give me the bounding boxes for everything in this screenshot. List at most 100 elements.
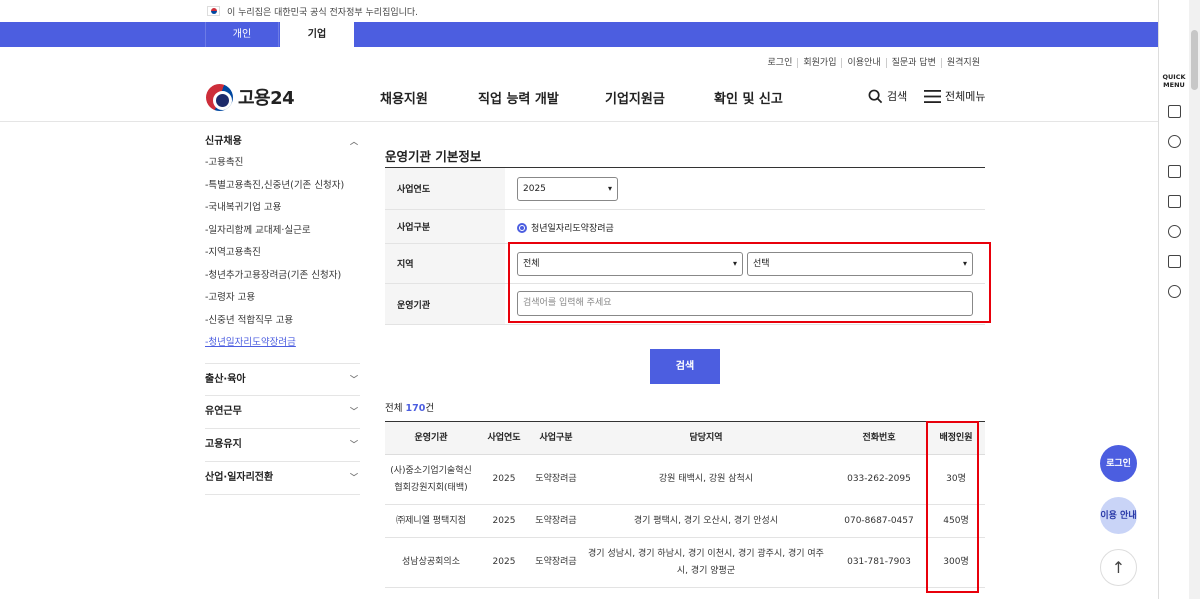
sidebar-group-flexwork[interactable]: 유연근무 ﹀ <box>205 396 360 429</box>
sidebar-section-new-hire[interactable]: 신규채용 ︿ <box>205 133 360 151</box>
checklist-icon[interactable] <box>1168 195 1181 208</box>
logo-text: 고용24 <box>238 88 295 109</box>
year-label: 사업연도 <box>385 168 505 209</box>
type-label: 사업구분 <box>385 210 505 243</box>
quick-menu: QUICK MENU <box>1158 0 1188 599</box>
full-menu-button[interactable]: 전체메뉴 <box>924 88 985 104</box>
calculator-icon[interactable] <box>1168 255 1181 268</box>
util-signup-link[interactable]: 회원가입 <box>797 58 842 68</box>
sidebar-item-special-promotion[interactable]: -특별고용촉진,신중년(기존 신청자) <box>205 175 360 198</box>
header-search-button[interactable]: 검색 <box>868 88 907 104</box>
sidebar-item-regional[interactable]: -지역고용촉진 <box>205 242 360 265</box>
taegeuk-logo-icon <box>206 83 233 111</box>
radio-selected-icon <box>517 222 527 233</box>
page-scrollbar[interactable] <box>1189 0 1200 599</box>
sidebar: 신규채용 ︿ -고용촉진 -특별고용촉진,신중년(기존 신청자) -국내복귀기업… <box>205 133 360 495</box>
cell-region: 경기 평택시, 경기 오산시, 경기 안성시 <box>633 515 779 526</box>
form-row-type: 사업구분 청년일자리도약장려금 <box>385 210 985 244</box>
cell-region: 강원 태백시, 강원 삼척시 <box>658 474 754 484</box>
chevron-down-icon: ﹀ <box>350 407 358 416</box>
cell-type: 도약장려금 <box>535 515 577 526</box>
cell-year: 2025 <box>492 474 516 484</box>
tab-business[interactable]: 기업 <box>280 22 354 47</box>
document-icon[interactable] <box>1168 105 1181 118</box>
cell-org: ㈜제니엘 평택지점 <box>396 515 466 526</box>
nav-recruit[interactable]: 채용지원 <box>380 88 428 107</box>
sidebar-item-shift-work[interactable]: -일자리함께 교대제·실근로 <box>205 220 360 243</box>
search-button[interactable]: 검색 <box>650 349 720 384</box>
sidebar-item-employment-promotion[interactable]: -고용촉진 <box>205 152 360 175</box>
total-number: 170 <box>405 403 426 414</box>
quick-menu-label: QUICK MENU <box>1162 73 1186 89</box>
gov-banner-text: 이 누리집은 대한민국 공식 전자정부 누리집입니다. <box>227 8 419 18</box>
cell-type: 도약장려금 <box>535 474 577 484</box>
site-logo[interactable]: 고용24 <box>206 82 295 112</box>
cell-year: 2025 <box>492 557 516 567</box>
floating-guide-button[interactable]: 이용 안내 <box>1100 497 1137 534</box>
sidebar-item-youth-leap[interactable]: -청년일자리도약장려금 <box>205 332 360 355</box>
util-remote-link[interactable]: 원격지원 <box>940 58 985 68</box>
utility-links: 로그인 회원가입 이용안내 질문과 답변 원격지원 <box>763 55 985 68</box>
cell-phone: 033-262-2095 <box>847 474 911 484</box>
cell-type: 도약장려금 <box>535 557 577 567</box>
total-count: 전체 170건 <box>385 400 434 414</box>
nav-report[interactable]: 확인 및 신고 <box>714 88 783 107</box>
sidebar-item-reshoring[interactable]: -국내복귀기업 고용 <box>205 197 360 220</box>
total-suffix: 건 <box>425 403 435 414</box>
col-header-year: 사업연도 <box>487 432 521 443</box>
hamburger-icon <box>924 89 941 103</box>
database-icon[interactable] <box>1168 285 1181 298</box>
korea-flag-icon <box>207 6 220 16</box>
page-title: 운영기관 기본정보 <box>385 149 482 164</box>
util-guide-link[interactable]: 이용안내 <box>841 58 886 68</box>
sidebar-group-label: 산업·일자리전환 <box>205 472 274 483</box>
chevron-down-icon: ﹀ <box>350 473 358 482</box>
util-qna-link[interactable]: 질문과 답변 <box>885 58 941 68</box>
sidebar-group-childcare[interactable]: 출산·육아 ﹀ <box>205 363 360 396</box>
highlight-box-quota-column <box>926 421 979 593</box>
table-row[interactable]: 성남상공회의소 2025 도약장려금 경기 성남시, 경기 하남시, 경기 이천… <box>385 538 985 588</box>
full-menu-label: 전체메뉴 <box>945 90 986 103</box>
sidebar-item-youth-additional[interactable]: -청년추가고용장려금(기존 신청자) <box>205 265 360 288</box>
cell-org: 성남상공회의소 <box>402 557 460 567</box>
cell-region: 경기 성남시, 경기 하남시, 경기 이천시, 경기 광주시, 경기 여주시, … <box>588 548 824 576</box>
user-type-tabs: 개인 기업 <box>0 22 1158 47</box>
total-prefix: 전체 <box>385 403 406 414</box>
smile-icon[interactable] <box>1168 225 1181 238</box>
chevron-down-icon: ﹀ <box>350 375 358 384</box>
chat-icon[interactable] <box>1168 135 1181 148</box>
cell-phone: 070-8687-0457 <box>844 515 914 526</box>
nav-subsidy[interactable]: 기업지원금 <box>605 88 665 107</box>
type-radio-label: 청년일자리도약장려금 <box>531 224 614 234</box>
gov-banner: 이 누리집은 대한민국 공식 전자정부 누리집입니다. <box>0 0 1158 22</box>
sidebar-section-title: 신규채용 <box>205 136 242 147</box>
year-select-value: 2025 <box>523 184 546 194</box>
sidebar-item-middle-aged[interactable]: -신중년 적합직무 고용 <box>205 310 360 333</box>
chevron-down-icon: ▾ <box>607 184 612 193</box>
sidebar-group-transition[interactable]: 산업·일자리전환 ﹀ <box>205 462 360 495</box>
scroll-top-button[interactable]: ↑ <box>1100 549 1137 586</box>
cell-year: 2025 <box>492 515 516 526</box>
col-header-region: 담당지역 <box>689 432 723 443</box>
sidebar-group-retention[interactable]: 고용유지 ﹀ <box>205 429 360 462</box>
col-header-org: 운영기관 <box>414 432 448 443</box>
form-row-year: 사업연도 2025 ▾ <box>385 168 985 210</box>
sidebar-item-senior[interactable]: -고령자 고용 <box>205 287 360 310</box>
nav-skills[interactable]: 직업 능력 개발 <box>478 88 559 107</box>
col-header-type: 사업구분 <box>539 432 573 443</box>
floating-login-button[interactable]: 로그인 <box>1100 445 1137 482</box>
region-label: 지역 <box>385 244 505 283</box>
chevron-down-icon: ﹀ <box>350 440 358 449</box>
util-login-link[interactable]: 로그인 <box>763 58 798 68</box>
type-radio[interactable]: 청년일자리도약장려금 <box>517 221 614 234</box>
table-row[interactable]: (사)중소기업기술혁신협회강원지회(태백) 2025 도약장려금 강원 태백시,… <box>385 455 985 505</box>
tab-individual[interactable]: 개인 <box>205 22 279 47</box>
chevron-up-icon: ︿ <box>350 137 358 146</box>
year-select[interactable]: 2025 ▾ <box>517 177 618 201</box>
sidebar-group-label: 유연근무 <box>205 406 242 417</box>
scrollbar-thumb[interactable] <box>1191 30 1198 90</box>
table-row[interactable]: ㈜제니엘 평택지점 2025 도약장려금 경기 평택시, 경기 오산시, 경기 … <box>385 505 985 538</box>
monitor-icon[interactable] <box>1168 165 1181 178</box>
page: 이 누리집은 대한민국 공식 전자정부 누리집입니다. 개인 기업 로그인 회원가… <box>0 0 1200 599</box>
search-icon <box>868 89 883 103</box>
